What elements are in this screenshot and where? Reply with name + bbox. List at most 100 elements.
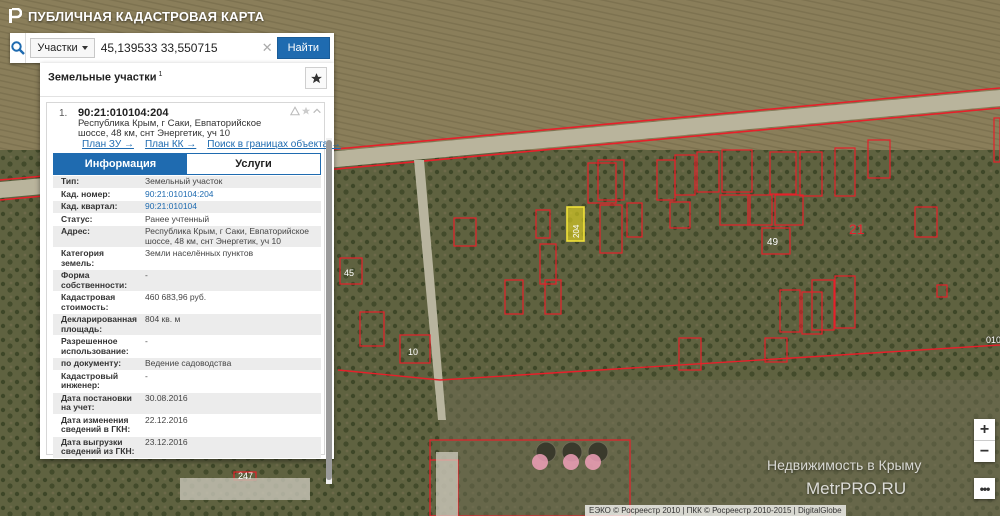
card-links: План ЗУ → План КК → Поиск в границах объ… bbox=[82, 139, 341, 150]
panel-title-text: Земельные участки bbox=[48, 71, 157, 84]
info-value: Ведение садоводства bbox=[145, 358, 232, 368]
watermark-line2: MetrPRO.RU bbox=[806, 479, 907, 498]
info-row: по документу: Ведение садоводства bbox=[53, 358, 321, 371]
panel-header: Земельные участки 1 bbox=[40, 63, 334, 97]
info-value[interactable]: 90:21:010104:204 bbox=[141, 189, 321, 201]
zoom-in-button[interactable]: + bbox=[974, 419, 995, 440]
info-row: Кад. квартал: 90:21:010104 bbox=[53, 201, 321, 214]
map-attribution[interactable]: ЕЭКО © Росреестр 2010 | ПКК © Росреестр … bbox=[585, 505, 846, 516]
info-value: Земли населённых пунктов bbox=[145, 248, 254, 258]
info-key: Разрешенное использование: bbox=[61, 336, 129, 356]
info-value[interactable]: 90:21:010104 bbox=[141, 201, 321, 213]
map-label-45: 45 bbox=[344, 268, 354, 278]
info-key: Статус: bbox=[61, 213, 93, 224]
info-row: Дата постановки на учет: 30.08.2016 bbox=[53, 392, 321, 415]
info-key: Дата выгрузки сведений из ГКН: bbox=[61, 436, 135, 456]
info-key: Кад. квартал: bbox=[61, 201, 118, 211]
search-type-select[interactable]: Участки bbox=[30, 38, 95, 58]
zoom-out-button[interactable]: − bbox=[974, 441, 995, 462]
info-key: Форма собственности: bbox=[61, 270, 128, 290]
info-row: Статус: Ранее учтенный bbox=[53, 213, 321, 226]
panel-body: 1. 90:21:010104:204 Республика Крым, г С… bbox=[40, 98, 341, 484]
find-button[interactable]: Найти bbox=[276, 37, 330, 59]
info-value: Республика Крым, г Саки, Евпаторийское ш… bbox=[145, 226, 309, 246]
plan-zu-link[interactable]: План ЗУ → bbox=[82, 139, 134, 150]
search-icon bbox=[10, 41, 25, 55]
chevron-up-icon[interactable] bbox=[312, 106, 322, 116]
result-index: 1. bbox=[59, 108, 68, 119]
app-header: ПУБЛИЧНАЯ КАДАСТРОВАЯ КАРТА bbox=[8, 6, 264, 26]
info-value: - bbox=[145, 336, 148, 346]
info-value: Земельный участок bbox=[145, 176, 223, 186]
info-row: Дата изменения сведений в ГКН: 22.12.2016 bbox=[53, 415, 321, 437]
info-value: Ранее учтенный bbox=[145, 213, 210, 224]
info-row: Дата выгрузки сведений из ГКН: 23.12.2016 bbox=[53, 436, 321, 459]
result-tabs: Информация Услуги bbox=[53, 153, 321, 175]
scrollbar-thumb[interactable] bbox=[326, 140, 332, 480]
favorites-button[interactable] bbox=[305, 67, 327, 89]
quarter-label-21: 21 bbox=[849, 221, 865, 237]
info-row: Кад. номер: 90:21:010104:204 bbox=[53, 188, 321, 201]
info-key: Кад. номер: bbox=[61, 188, 111, 199]
tab-services[interactable]: Услуги bbox=[187, 154, 320, 174]
search-toggle-button[interactable] bbox=[10, 33, 27, 63]
results-panel: Земельные участки 1 1. 90:21:010104:204 Р… bbox=[40, 63, 341, 484]
map-label-204: 204 bbox=[572, 224, 581, 238]
building bbox=[436, 452, 458, 516]
info-value: 30.08.2016 bbox=[145, 392, 188, 403]
info-value: 804 кв. м bbox=[145, 314, 181, 324]
more-options-button[interactable]: ••• bbox=[974, 478, 995, 499]
search-bar: Участки ✕ Найти bbox=[10, 33, 334, 63]
info-row: Декларированная площадь: 804 кв. м bbox=[53, 314, 321, 336]
info-row: Форма собственности: - bbox=[53, 270, 321, 292]
panel-scrollbar[interactable] bbox=[326, 138, 332, 484]
info-key: Адрес: bbox=[61, 226, 90, 236]
card-actions bbox=[290, 106, 322, 116]
info-key: Тип: bbox=[61, 176, 80, 186]
info-value: 22.12.2016 bbox=[145, 414, 188, 425]
tanks bbox=[532, 441, 609, 470]
panel-title: Земельные участки 1 bbox=[48, 71, 162, 84]
map-label-10: 10 bbox=[408, 347, 418, 357]
info-row: Адрес: Республика Крым, г Саки, Евпаторий… bbox=[53, 226, 321, 248]
chevron-down-icon bbox=[81, 46, 88, 50]
info-key: Кадастровый инженер: bbox=[61, 370, 119, 390]
info-row: Тип: Земельный участок bbox=[53, 176, 321, 189]
watermark-line1: Недвижимость в Крыму bbox=[767, 457, 922, 473]
info-key: Кадастровая стоимость: bbox=[61, 292, 116, 312]
info-value: - bbox=[145, 370, 148, 381]
search-in-bounds-link[interactable]: Поиск в границах объекта → bbox=[207, 139, 341, 150]
info-row: Кадастровый инженер: - bbox=[53, 371, 321, 393]
map-label-49: 49 bbox=[767, 237, 779, 248]
warning-icon[interactable] bbox=[290, 106, 300, 116]
app-title: ПУБЛИЧНАЯ КАДАСТРОВАЯ КАРТА bbox=[28, 8, 265, 24]
info-key: Декларированная площадь: bbox=[61, 314, 137, 334]
pkk-logo-icon bbox=[9, 8, 22, 23]
zoom-control: + − bbox=[974, 419, 995, 462]
plan-kk-link[interactable]: План КК → bbox=[145, 139, 196, 150]
info-key: по документу: bbox=[61, 358, 122, 368]
info-row: Кадастровая стоимость: 460 683,96 руб. bbox=[53, 292, 321, 314]
info-key: Категория земель: bbox=[61, 248, 104, 268]
info-value: 23.12.2016 bbox=[145, 436, 188, 447]
info-key: Дата постановки на учет: bbox=[61, 392, 132, 412]
tab-info[interactable]: Информация bbox=[54, 154, 187, 174]
info-value: - bbox=[145, 270, 148, 280]
info-table: Тип: Земельный участок Кад. номер: 90:21:01… bbox=[53, 176, 321, 459]
star-icon bbox=[310, 72, 322, 83]
info-key: Дата изменения сведений в ГКН: bbox=[61, 414, 131, 434]
result-card[interactable]: 1. 90:21:010104:204 Республика Крым, г С… bbox=[46, 102, 341, 459]
map-label-247: 247 bbox=[238, 471, 253, 481]
result-count: 1 bbox=[158, 71, 163, 78]
bare-ground bbox=[440, 380, 1000, 516]
info-value: 460 683,96 руб. bbox=[145, 292, 207, 302]
result-address: Республика Крым, г Саки, Евпаторийское ш… bbox=[78, 118, 262, 139]
search-input[interactable] bbox=[94, 37, 262, 59]
search-type-label: Участки bbox=[37, 42, 78, 54]
edge-label-010: 010 bbox=[986, 335, 1000, 345]
info-row: Разрешенное использование: - bbox=[53, 336, 321, 358]
star-icon[interactable] bbox=[301, 106, 311, 116]
info-row: Категория земель: Земли населённых пункто… bbox=[53, 248, 321, 270]
clear-icon[interactable]: ✕ bbox=[262, 40, 273, 56]
building bbox=[180, 478, 310, 500]
